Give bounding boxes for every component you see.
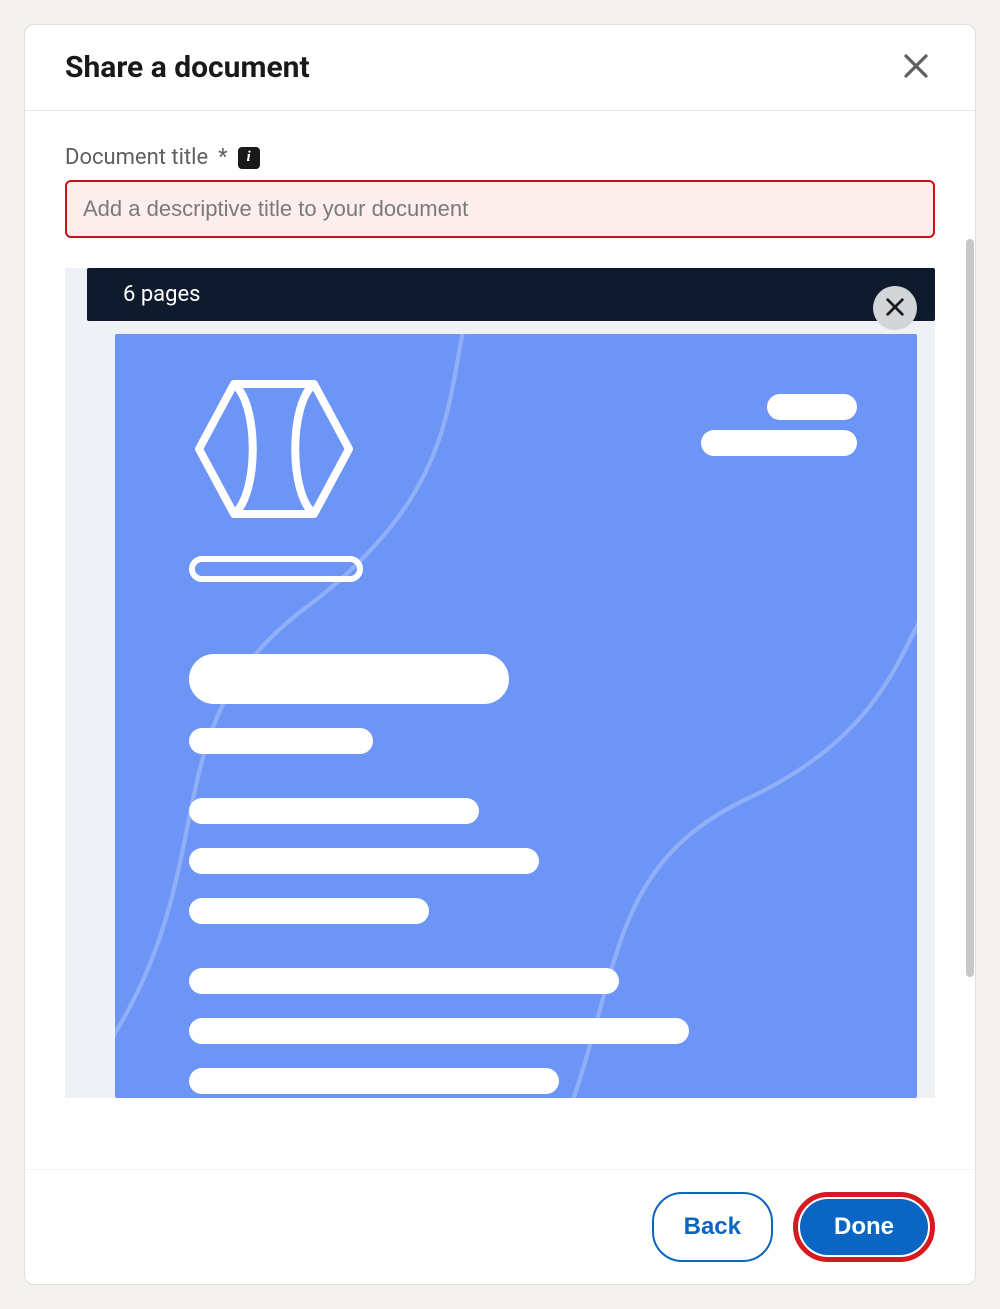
- close-button[interactable]: [897, 47, 935, 88]
- remove-document-button[interactable]: [873, 286, 917, 330]
- modal-footer: Back Done: [25, 1169, 975, 1284]
- document-logo: [189, 364, 363, 582]
- done-button-highlight: Done: [793, 1192, 935, 1262]
- info-icon[interactable]: i: [238, 147, 260, 169]
- done-button[interactable]: Done: [800, 1199, 928, 1255]
- top-right-meta: [701, 394, 857, 456]
- scrollbar-thumb[interactable]: [966, 239, 974, 977]
- document-title-label: Document title: [65, 145, 208, 170]
- document-body-lines: [189, 654, 857, 1098]
- document-page-thumbnail: [115, 334, 917, 1098]
- document-preview: 6 pages: [65, 268, 935, 1098]
- placeholder-line: [189, 1018, 689, 1044]
- placeholder-line: [701, 430, 857, 456]
- modal-title: Share a document: [65, 50, 310, 85]
- placeholder-line: [189, 848, 539, 874]
- close-icon: [884, 296, 906, 321]
- placeholder-line: [189, 968, 619, 994]
- share-document-modal: Share a document Document title * i 6 pa…: [24, 24, 976, 1285]
- placeholder-line: [189, 1068, 559, 1094]
- back-button[interactable]: Back: [652, 1192, 773, 1262]
- modal-header: Share a document: [25, 25, 975, 111]
- required-marker: *: [218, 145, 227, 170]
- modal-body: Document title * i 6 pages: [25, 111, 975, 1169]
- placeholder-line: [767, 394, 857, 420]
- logo-underline: [189, 556, 363, 582]
- placeholder-line: [189, 898, 429, 924]
- document-title-input[interactable]: [65, 180, 935, 238]
- placeholder-line: [189, 798, 479, 824]
- hexagon-logo-icon: [189, 364, 359, 534]
- page-count-label: 6 pages: [87, 268, 935, 321]
- title-label-row: Document title * i: [65, 145, 935, 170]
- placeholder-heading: [189, 654, 509, 704]
- placeholder-line: [189, 728, 373, 754]
- document-stage: [65, 268, 935, 1098]
- close-icon: [901, 51, 931, 84]
